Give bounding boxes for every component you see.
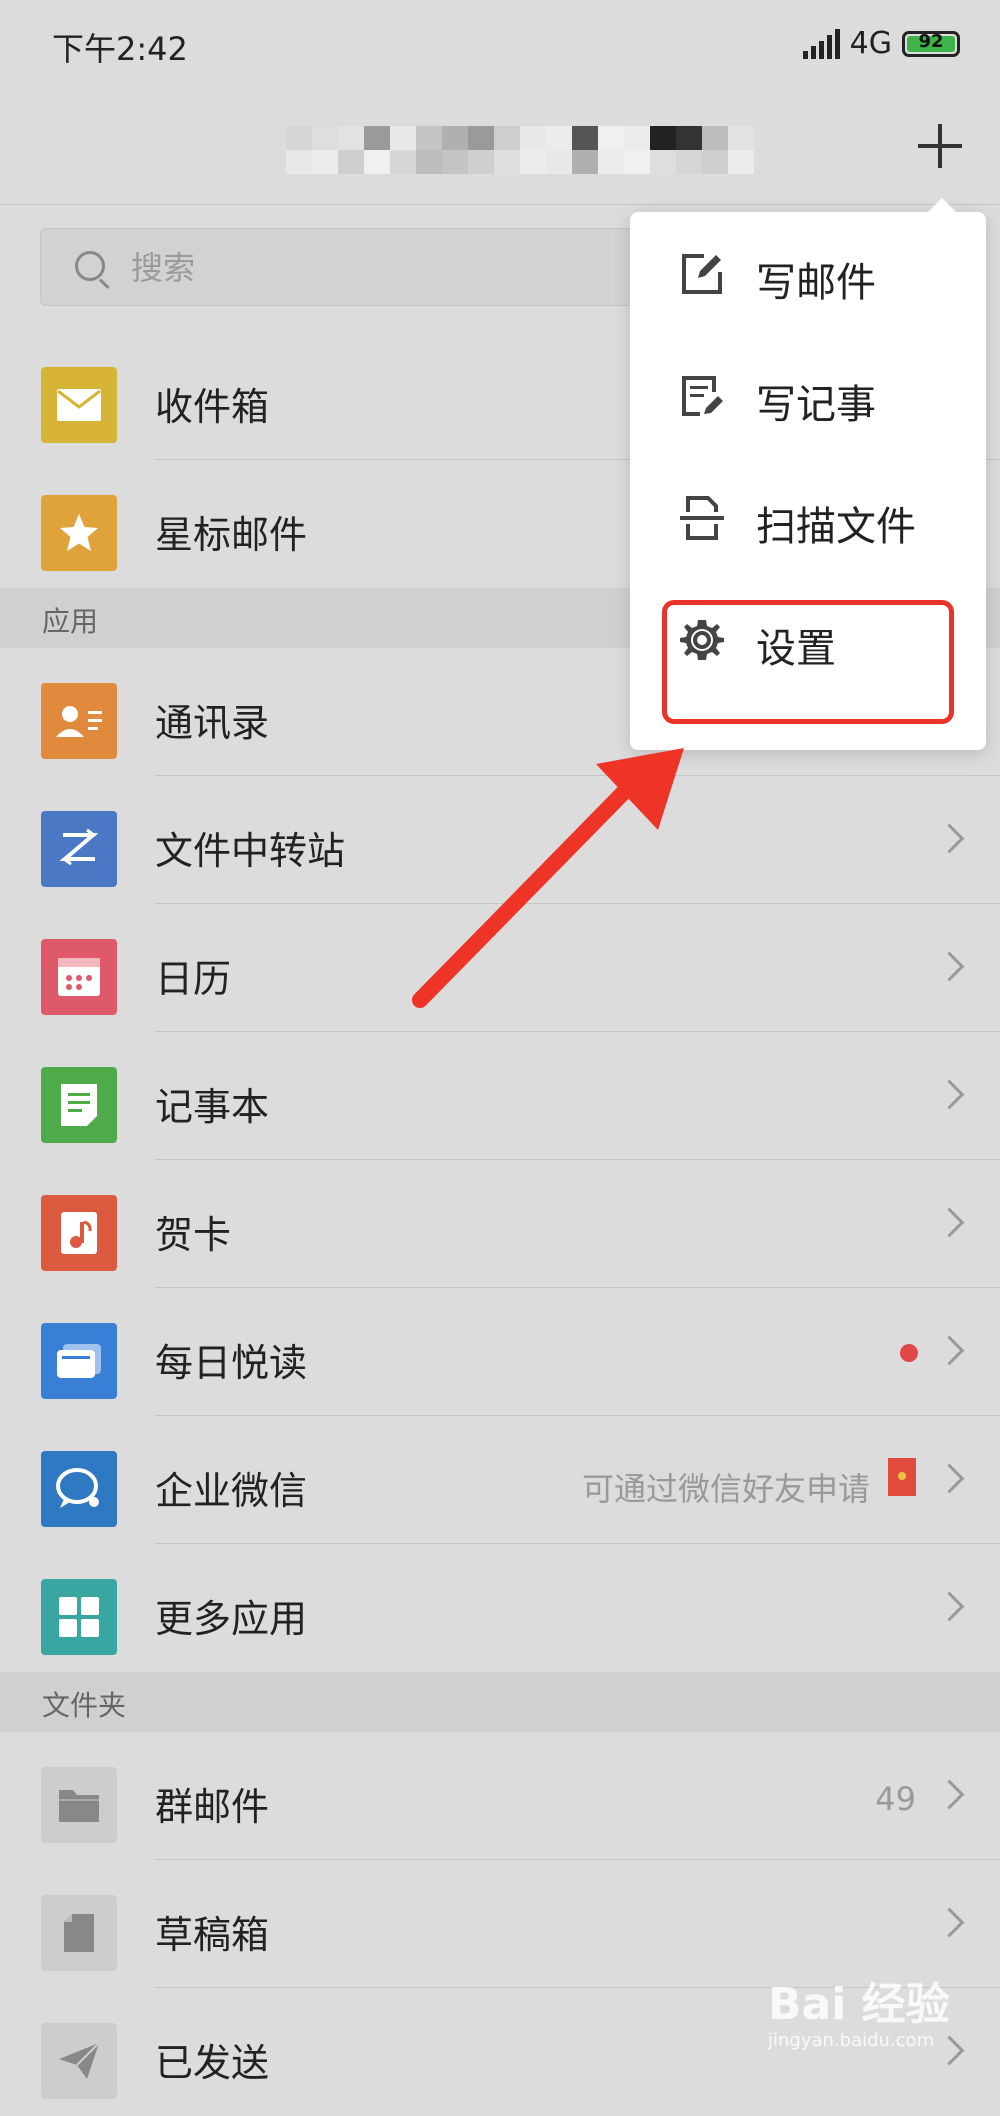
list-item-daily-reading[interactable]: 每日悦读 xyxy=(0,1288,1000,1416)
unread-dot xyxy=(900,1344,918,1362)
list-item-label: 收件箱 xyxy=(155,385,270,429)
section-title: 应用 xyxy=(42,605,99,638)
list-item-label: 星标邮件 xyxy=(155,513,308,557)
list-item-label: 草稿箱 xyxy=(155,1913,270,1957)
battery-level: 92 xyxy=(918,30,944,52)
chevron-right-icon xyxy=(934,1779,965,1810)
status-bar: 下午2:42 4G 92 xyxy=(0,0,1000,90)
scan-icon xyxy=(680,496,724,540)
section-header-folders: 文件夹 xyxy=(0,1672,1000,1732)
status-time: 下午2:42 xyxy=(52,30,188,68)
list-item-label: 记事本 xyxy=(155,1085,270,1129)
menu-item-write-note[interactable]: 写记事 xyxy=(630,334,986,456)
inbox-icon xyxy=(41,367,117,443)
compose-icon xyxy=(682,254,722,294)
more-apps-icon xyxy=(41,1579,117,1655)
chevron-right-icon xyxy=(934,1207,965,1238)
section-title: 文件夹 xyxy=(42,1689,127,1722)
search-icon xyxy=(75,251,105,281)
list-item-label: 文件中转站 xyxy=(155,829,346,873)
list-item-wecom[interactable]: 企业微信 可通过微信好友申请 xyxy=(0,1416,1000,1544)
chevron-right-icon xyxy=(934,1079,965,1110)
wecom-note: 可通过微信好友申请 xyxy=(581,1470,870,1508)
red-packet-icon xyxy=(888,1458,916,1496)
chevron-right-icon xyxy=(934,823,965,854)
contacts-icon xyxy=(41,683,117,759)
wecom-icon xyxy=(41,1451,117,1527)
list-item-label: 每日悦读 xyxy=(155,1341,308,1385)
list-item-label: 已发送 xyxy=(155,2041,270,2085)
menu-item-label: 写记事 xyxy=(756,382,876,428)
status-right: 4G 92 xyxy=(802,26,960,61)
calendar-icon xyxy=(41,939,117,1015)
baidu-watermark: Bai 经验 jingyan.baidu.com xyxy=(768,1968,988,2058)
sent-icon xyxy=(41,2023,117,2099)
menu-item-scan[interactable]: 扫描文件 xyxy=(630,456,986,578)
menu-item-compose[interactable]: 写邮件 xyxy=(630,212,986,334)
signal-icon xyxy=(802,28,840,59)
app-header xyxy=(0,90,1000,205)
list-item-file-transfer[interactable]: 文件中转站 xyxy=(0,776,1000,904)
battery-icon: 92 xyxy=(902,30,960,57)
list-item-group-mail[interactable]: 群邮件 49 xyxy=(0,1732,1000,1860)
folder-icon xyxy=(41,1767,117,1843)
menu-item-label: 扫描文件 xyxy=(756,504,916,550)
list-item-label: 贺卡 xyxy=(155,1213,232,1257)
settings-highlight-box xyxy=(662,600,954,724)
write-note-icon xyxy=(682,376,723,416)
reader-icon xyxy=(41,1323,117,1399)
menu-item-label: 写邮件 xyxy=(756,260,876,306)
list-item-calendar[interactable]: 日历 xyxy=(0,904,1000,1032)
draft-icon xyxy=(41,1895,117,1971)
card-icon xyxy=(41,1195,117,1271)
list-item-label: 群邮件 xyxy=(155,1785,270,1829)
plus-icon[interactable] xyxy=(910,116,970,176)
watermark-url: jingyan.baidu.com xyxy=(768,2030,935,2051)
network-type: 4G xyxy=(849,26,892,61)
list-item-label: 通讯录 xyxy=(155,701,270,745)
list-item-label: 日历 xyxy=(155,957,232,1001)
list-item-label: 更多应用 xyxy=(155,1597,308,1641)
search-input[interactable] xyxy=(129,239,633,297)
star-icon xyxy=(41,495,117,571)
notes-icon xyxy=(41,1067,117,1143)
chevron-right-icon xyxy=(934,1591,965,1622)
obscured-account-title xyxy=(286,126,754,174)
chevron-right-icon xyxy=(934,1463,965,1494)
list-item-notebook[interactable]: 记事本 xyxy=(0,1032,1000,1160)
folder-count: 49 xyxy=(875,1780,916,1818)
list-item-greeting-card[interactable]: 贺卡 xyxy=(0,1160,1000,1288)
list-item-label: 企业微信 xyxy=(155,1469,308,1513)
chevron-right-icon xyxy=(934,951,965,982)
watermark-brand: Bai 经验 xyxy=(768,1979,950,2030)
chevron-right-icon xyxy=(934,1907,965,1938)
transfer-icon xyxy=(41,811,117,887)
list-item-more-apps[interactable]: 更多应用 xyxy=(0,1544,1000,1672)
chevron-right-icon xyxy=(934,1335,965,1366)
